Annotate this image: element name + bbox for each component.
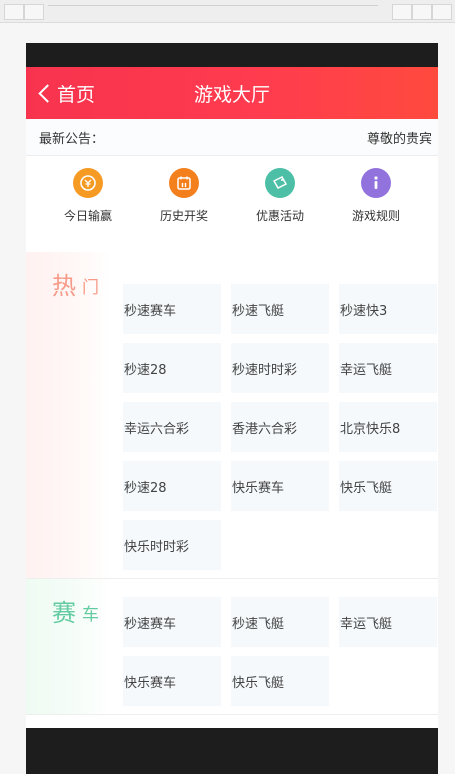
toolbar-tab[interactable] [4, 4, 24, 20]
game-item[interactable]: 快乐赛车 [231, 461, 329, 511]
section-title-sub: 车 [82, 605, 99, 625]
section-title: 赛 车 [26, 579, 111, 714]
calendar-icon [169, 168, 199, 198]
quick-link-label: 历史开奖 [159, 209, 208, 223]
browser-toolbar [0, 0, 455, 23]
quick-link-label: 今日输赢 [63, 209, 112, 223]
game-grid: 秒速赛车 秒速飞艇 秒速快3 秒速28 秒速时时彩 幸运飞艇 幸运六合彩 香港六… [123, 284, 438, 570]
game-item[interactable]: 幸运六合彩 [123, 402, 221, 452]
game-item[interactable]: 幸运飞艇 [339, 597, 437, 647]
game-item[interactable]: 香港六合彩 [231, 402, 329, 452]
game-item[interactable]: 秒速快3 [339, 284, 437, 334]
notice-text: 尊敬的贵宾 [366, 131, 432, 147]
quick-link-promotions[interactable]: 优惠活动 [240, 168, 320, 252]
status-bar [26, 43, 438, 67]
section-title-main: 热 [52, 272, 76, 300]
game-item[interactable]: 秒速飞艇 [231, 597, 329, 647]
nav-bar: 首页 游戏大厅 [26, 67, 438, 119]
bottom-bar [26, 728, 438, 774]
game-item[interactable]: 秒速时时彩 [231, 343, 329, 393]
phone-screen: 首页 游戏大厅 最新公告： 尊敬的贵宾 今日输赢 历史开奖 优惠活动 游戏规则 … [26, 43, 438, 774]
section-title-main: 赛 [52, 599, 76, 627]
toolbar-tab[interactable] [432, 4, 452, 20]
quick-link-label: 优惠活动 [255, 209, 304, 223]
notice-label: 最新公告： [39, 131, 105, 147]
toolbar-tab[interactable] [392, 4, 412, 20]
game-item[interactable]: 快乐飞艇 [231, 656, 329, 706]
toolbar-tab[interactable] [24, 4, 44, 20]
game-item[interactable]: 秒速赛车 [123, 597, 221, 647]
section-title: 热 门 [26, 252, 111, 578]
quick-links: 今日输赢 历史开奖 优惠活动 游戏规则 [26, 156, 438, 252]
game-item[interactable]: 秒速赛车 [123, 284, 221, 334]
game-item[interactable]: 北京快乐8 [339, 402, 437, 452]
ticket-icon [265, 168, 295, 198]
game-grid: 秒速赛车 秒速飞艇 幸运飞艇 快乐赛车 快乐飞艇 [123, 597, 438, 706]
game-item[interactable]: 幸运飞艇 [339, 343, 437, 393]
game-item[interactable]: 快乐时时彩 [123, 520, 221, 570]
page-title: 游戏大厅 [193, 84, 270, 106]
toolbar-tab[interactable] [412, 4, 432, 20]
section-title-sub: 门 [82, 278, 99, 298]
quick-link-rules[interactable]: 游戏规则 [336, 168, 416, 252]
info-icon [361, 168, 391, 198]
game-item[interactable]: 快乐飞艇 [339, 461, 437, 511]
notice-bar[interactable]: 最新公告： 尊敬的贵宾 [26, 119, 438, 156]
coin-icon [73, 168, 103, 198]
quick-link-today-result[interactable]: 今日输赢 [48, 168, 128, 252]
game-item[interactable]: 秒速28 [123, 461, 221, 511]
section-racing: 赛 车 秒速赛车 秒速飞艇 幸运飞艇 快乐赛车 快乐飞艇 [26, 579, 438, 715]
ruler-line [48, 5, 378, 6]
game-item[interactable]: 秒速28 [123, 343, 221, 393]
game-item[interactable]: 快乐赛车 [123, 656, 221, 706]
quick-link-history[interactable]: 历史开奖 [144, 168, 224, 252]
section-hot: 热 门 秒速赛车 秒速飞艇 秒速快3 秒速28 秒速时时彩 幸运飞艇 幸运六合彩… [26, 252, 438, 579]
game-item[interactable]: 秒速飞艇 [231, 284, 329, 334]
quick-link-label: 游戏规则 [351, 209, 400, 223]
